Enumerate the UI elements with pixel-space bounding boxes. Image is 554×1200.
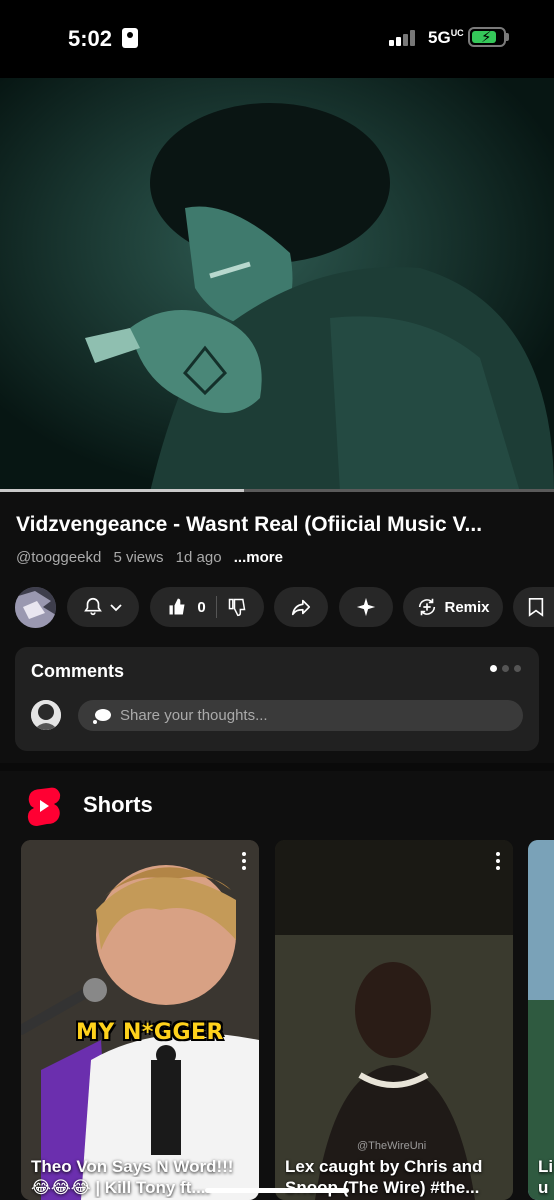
bell-icon [84, 597, 102, 616]
save-button[interactable] [513, 587, 554, 627]
ask-ai-button[interactable] [339, 587, 393, 627]
action-row: 0 Remix [0, 586, 554, 630]
battery-icon: ⚡ [468, 27, 506, 47]
comments-title: Comments [31, 661, 125, 681]
user-avatar [31, 700, 61, 730]
sparkle-icon [356, 597, 376, 617]
speech-bubble-icon [93, 708, 111, 724]
video-player[interactable] [0, 78, 554, 492]
like-icon[interactable] [167, 597, 187, 617]
charging-bolt-icon: ⚡ [481, 29, 492, 46]
like-count: 0 [197, 598, 206, 616]
short-title: Li u [538, 1157, 554, 1197]
short-card-2[interactable]: @TheWireUni Lex caught by Chris and Snoo… [275, 840, 513, 1200]
status-time: 5:02 [68, 26, 113, 51]
share-button[interactable] [274, 587, 328, 627]
upload-age: 1d ago [175, 549, 222, 566]
channel-handle[interactable]: @tooggeekd [16, 549, 101, 566]
share-icon [291, 599, 311, 616]
chevron-down-icon [110, 604, 122, 612]
more-vert-icon[interactable] [495, 852, 501, 870]
channel-avatar[interactable] [15, 587, 56, 628]
comment-input[interactable]: Share your thoughts... [78, 700, 523, 731]
remix-button[interactable]: Remix [403, 587, 503, 627]
comment-placeholder: Share your thoughts... [120, 707, 268, 724]
short-card-1[interactable]: MY N*GGER Theo Von Says N Word!!! 😂😂😂 | … [21, 840, 259, 1200]
like-dislike-group: 0 [150, 587, 264, 627]
home-indicator[interactable] [205, 1188, 349, 1193]
cellular-signal-icon [389, 30, 419, 46]
comments-card[interactable]: Comments Share your thoughts... [15, 647, 539, 751]
focus-mode-icon [122, 28, 138, 48]
short-thumbnail [528, 840, 554, 1200]
more-vert-icon[interactable] [241, 852, 247, 870]
short-watermark: @TheWireUni [357, 1140, 427, 1152]
remix-label: Remix [444, 598, 490, 616]
status-bar: 5:02 5GUC ⚡ [0, 0, 554, 78]
short-card-3[interactable]: Li u [528, 840, 554, 1200]
subscribe-notifications-button[interactable] [67, 587, 139, 627]
section-divider [0, 763, 554, 771]
carousel-dots [490, 665, 521, 672]
short-overlay-caption: MY N*GGER [76, 1020, 224, 1045]
view-count: 5 views [113, 549, 164, 566]
video-progress-bar[interactable] [0, 489, 554, 492]
more-button[interactable]: ...more [234, 549, 283, 566]
shorts-heading: Shorts [83, 792, 153, 817]
bookmark-icon [528, 598, 544, 617]
dislike-icon[interactable] [227, 597, 247, 617]
video-meta: @tooggeekd 5 views 1d ago ...more [16, 549, 291, 566]
shorts-logo-icon [27, 787, 61, 826]
video-frame [0, 78, 554, 492]
network-type: 5GUC [428, 28, 464, 47]
remix-icon [419, 598, 436, 616]
video-title[interactable]: Vidzvengeance - Wasnt Real (Ofiicial Mus… [16, 513, 546, 537]
